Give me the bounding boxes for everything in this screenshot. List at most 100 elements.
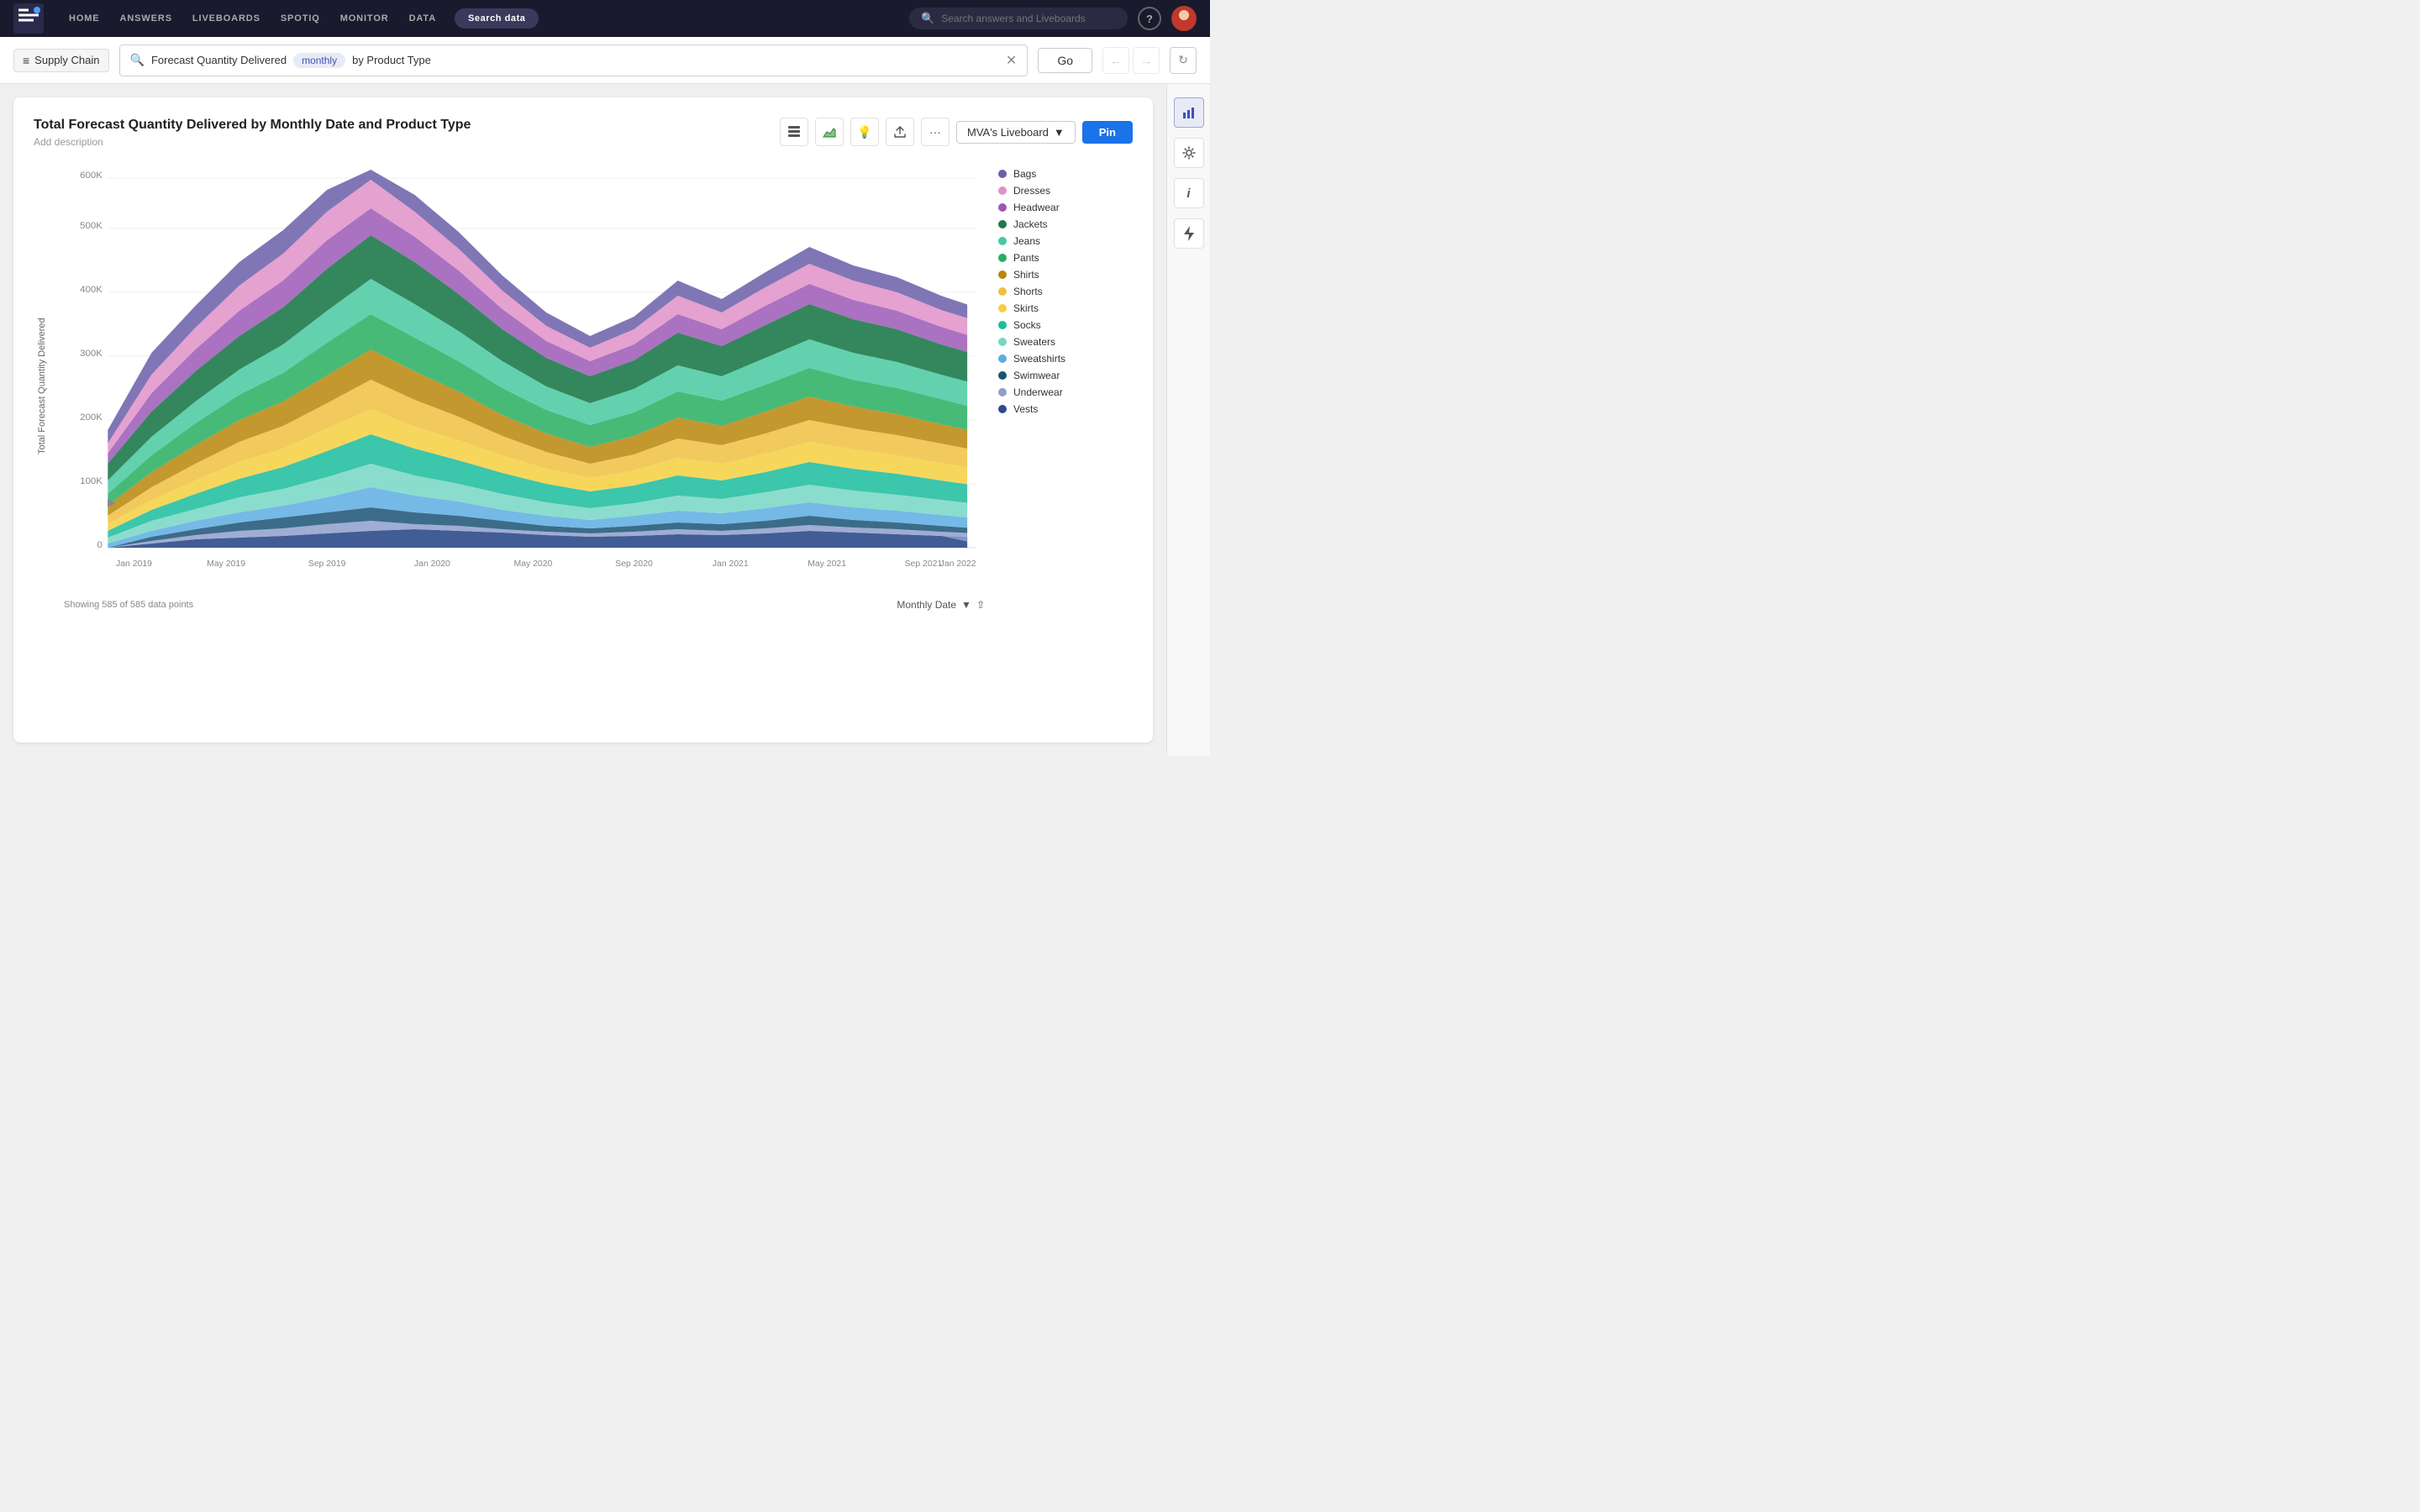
search-input-area[interactable]: 🔍 Forecast Quantity Delivered monthly by… [119,45,1028,76]
legend-dot-vests [998,405,1007,413]
sort-direction-icon[interactable]: ⇧ [976,599,985,611]
chart-type-button[interactable] [815,118,844,146]
legend-label-sweatshirts: Sweatshirts [1013,353,1065,365]
lightning-sidebar-button[interactable] [1174,218,1204,249]
gear-sidebar-button[interactable] [1174,138,1204,168]
chart-actions: 💡 ··· MVA's Liveboard ▼ Pin [780,118,1133,146]
legend-item-dresses: Dresses [998,185,1133,197]
legend-item-skirts: Skirts [998,302,1133,314]
pin-button[interactable]: Pin [1082,121,1133,144]
chart-footer: Showing 585 of 585 data points Monthly D… [64,592,985,611]
legend-item-sweatshirts: Sweatshirts [998,353,1133,365]
nav-spotiq[interactable]: SPOTIQ [272,8,329,29]
info-sidebar-button[interactable]: i [1174,178,1204,208]
avatar[interactable] [1171,6,1197,31]
search-clear-button[interactable]: ✕ [1006,52,1017,69]
legend-item-jackets: Jackets [998,218,1133,230]
legend-dot-shorts [998,287,1007,296]
right-sidebar: i [1166,84,1210,756]
nav-home[interactable]: HOME [60,8,108,29]
svg-text:0: 0 [97,540,103,550]
legend-label-pants: Pants [1013,252,1039,264]
sort-control[interactable]: Monthly Date ▼ ⇧ [897,599,985,611]
legend-label-sweaters: Sweaters [1013,336,1055,348]
legend-dot-pants [998,254,1007,262]
table-view-button[interactable] [780,118,808,146]
bar-chart-sidebar-button[interactable] [1174,97,1204,128]
nav-arrows: ← → [1102,47,1160,74]
go-button[interactable]: Go [1038,48,1092,73]
legend-item-sweaters: Sweaters [998,336,1133,348]
svg-text:Sep 2020: Sep 2020 [615,559,653,569]
legend-item-pants: Pants [998,252,1133,264]
search-icon: 🔍 [921,12,934,25]
main-content: Total Forecast Quantity Delivered by Mon… [0,84,1210,756]
help-button[interactable]: ? [1138,7,1161,30]
legend-dot-socks [998,321,1007,329]
legend-label-headwear: Headwear [1013,202,1060,213]
legend-item-underwear: Underwear [998,386,1133,398]
legend-dot-jeans [998,237,1007,245]
back-button[interactable]: ← [1102,47,1129,74]
legend-dot-swimwear [998,371,1007,380]
legend-label-jackets: Jackets [1013,218,1048,230]
share-button[interactable] [886,118,914,146]
chart-header: Total Forecast Quantity Delivered by Mon… [34,118,1133,148]
search-data-button[interactable]: Search data [455,8,539,29]
legend-item-shorts: Shorts [998,286,1133,297]
nav-data[interactable]: DATA [401,8,445,29]
legend-label-shorts: Shorts [1013,286,1043,297]
chart-legend: Bags Dresses Headwear Jackets Jeans [998,161,1133,611]
chart-subtitle[interactable]: Add description [34,136,471,148]
legend-label-socks: Socks [1013,319,1041,331]
chart-svg: 0 100K 200K 300K 400K 500K 600K [64,161,985,581]
legend-item-headwear: Headwear [998,202,1133,213]
svg-text:100K: 100K [80,476,103,486]
sort-label: Monthly Date [897,599,956,611]
global-search-bar[interactable]: 🔍 [909,8,1128,29]
legend-label-jeans: Jeans [1013,235,1040,247]
liveboard-dropdown[interactable]: MVA's Liveboard ▼ [956,121,1076,144]
top-navigation: HOME ANSWERS LIVEBOARDS SPOTIQ MONITOR D… [0,0,1210,37]
app-logo[interactable] [13,3,44,34]
legend-dot-jackets [998,220,1007,228]
nav-liveboards[interactable]: LIVEBOARDS [184,8,269,29]
legend-dot-headwear [998,203,1007,212]
svg-text:Sep 2021: Sep 2021 [905,559,943,569]
legend-dot-sweatshirts [998,354,1007,363]
svg-text:May 2019: May 2019 [207,559,245,569]
svg-text:▶: ▶ [108,496,116,508]
legend-dot-bags [998,170,1007,178]
global-search-input[interactable] [941,13,1116,24]
legend-item-jeans: Jeans [998,235,1133,247]
refresh-button[interactable]: ↻ [1170,47,1197,74]
nav-monitor[interactable]: MONITOR [332,8,397,29]
more-options-button[interactable]: ··· [921,118,950,146]
insights-button[interactable]: 💡 [850,118,879,146]
query-token-0: Forecast Quantity Delivered [151,54,287,66]
legend-label-vests: Vests [1013,403,1038,415]
legend-label-shirts: Shirts [1013,269,1039,281]
search-icon-small: 🔍 [130,53,145,67]
query-token-1[interactable]: monthly [293,53,345,68]
legend-label-skirts: Skirts [1013,302,1039,314]
legend-dot-skirts [998,304,1007,312]
legend-label-dresses: Dresses [1013,185,1050,197]
svg-text:May 2021: May 2021 [808,559,846,569]
forward-button[interactable]: → [1133,47,1160,74]
legend-dot-underwear [998,388,1007,396]
svg-text:600K: 600K [80,171,103,181]
svg-text:Sep 2019: Sep 2019 [308,559,346,569]
nav-links: HOME ANSWERS LIVEBOARDS SPOTIQ MONITOR D… [60,8,909,29]
chart-area: Total Forecast Quantity Delivered 0 100K… [34,161,1133,611]
nav-answers[interactable]: ANSWERS [112,8,181,29]
y-axis-label: Total Forecast Quantity Delivered [34,161,50,611]
chart-title: Total Forecast Quantity Delivered by Mon… [34,118,471,133]
svg-text:May 2020: May 2020 [514,559,553,569]
chart-title-area: Total Forecast Quantity Delivered by Mon… [34,118,471,148]
datasource-pill[interactable]: ≡ Supply Chain [13,49,109,72]
legend-item-socks: Socks [998,319,1133,331]
legend-label-swimwear: Swimwear [1013,370,1060,381]
svg-text:Jan 2022: Jan 2022 [940,559,976,569]
chart-panel: Total Forecast Quantity Delivered by Mon… [13,97,1153,743]
